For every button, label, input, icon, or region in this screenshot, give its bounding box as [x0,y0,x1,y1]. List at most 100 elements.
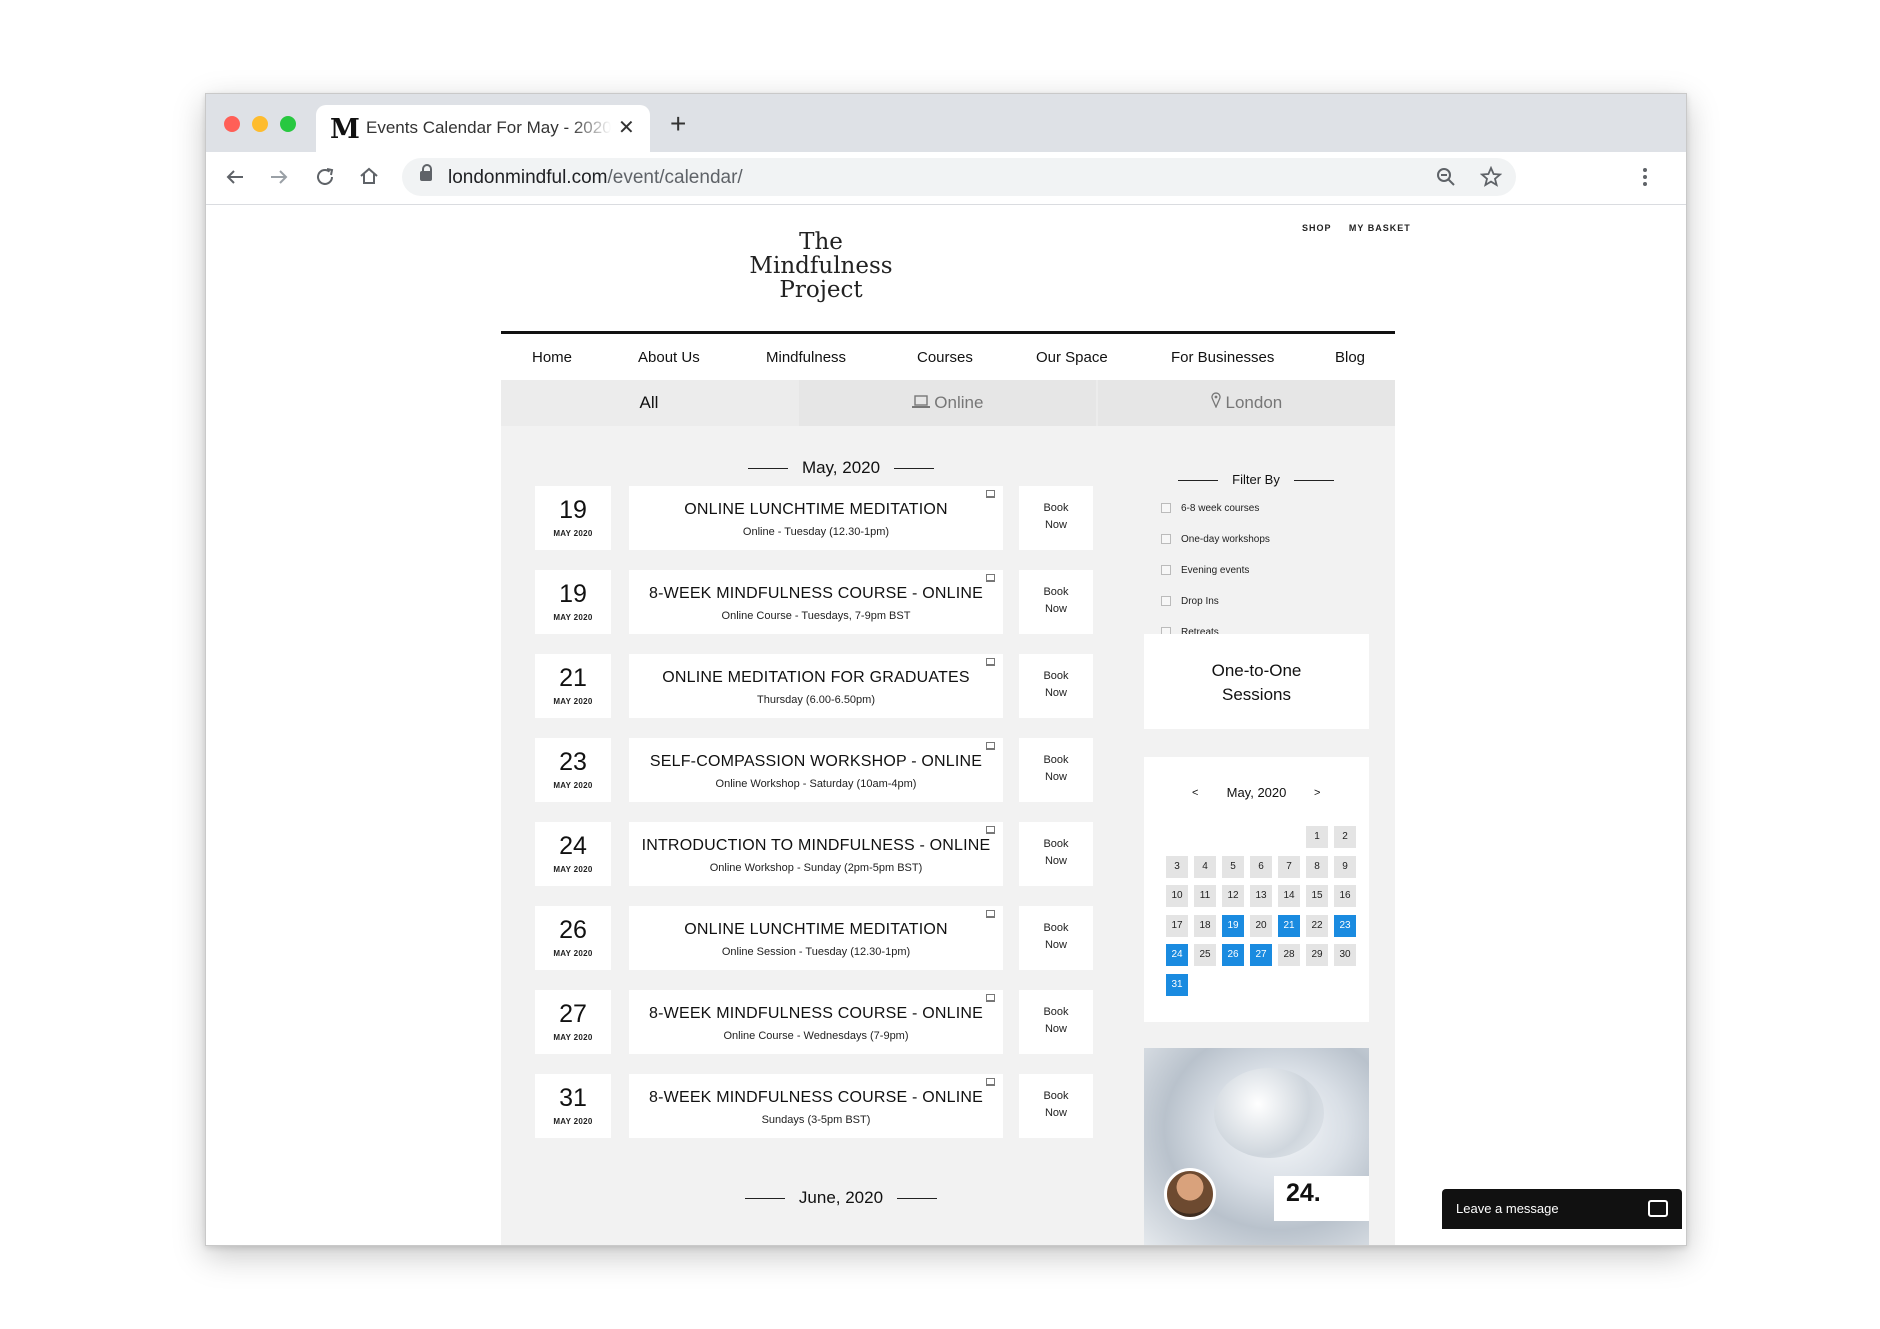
event-card[interactable]: INTRODUCTION TO MINDFULNESS - ONLINE Onli… [629,822,1003,886]
bookmark-star-icon[interactable] [1480,166,1502,188]
event-card[interactable]: ONLINE LUNCHTIME MEDITATION Online Sessio… [629,906,1003,970]
calendar-day: 28 [1278,944,1300,966]
address-bar[interactable]: londonmindful.com/event/calendar/ [402,158,1516,196]
my-basket-link[interactable]: MY BASKET [1349,223,1411,233]
event-day: 24 [559,832,587,860]
maximize-window-button[interactable] [280,116,296,132]
book-now-button[interactable]: Book Now [1019,990,1093,1054]
book-now-button[interactable]: Book Now [1019,906,1093,970]
event-card[interactable]: ONLINE MEDITATION FOR GRADUATES Thursday … [629,654,1003,718]
event-date: 31 MAY 2020 [535,1074,611,1138]
book-now-button[interactable]: Book Now [1019,822,1093,886]
calendar-next-button[interactable]: > [1314,787,1320,799]
promo-image[interactable]: 24. [1144,1048,1369,1245]
event-date: 27 MAY 2020 [535,990,611,1054]
calendar-day: 16 [1334,885,1356,907]
tab-online[interactable]: Online [799,380,1096,426]
nav-courses[interactable]: Courses [917,349,973,366]
browser-tab[interactable]: M Events Calendar For May - 2020 ✕ [316,105,650,152]
mini-calendar: < May, 2020 > 1 2 3 4 5 6 7 8 9 10 11 12 13 14 15 16 17 1… [1144,757,1369,1022]
event-day: 31 [559,1084,587,1112]
online-event-icon [986,490,995,498]
event-card[interactable]: 8-WEEK MINDFULNESS COURSE - ONLINE Online… [629,990,1003,1054]
event-month: MAY 2020 [553,949,593,958]
nav-mindfulness[interactable]: Mindfulness [766,349,846,366]
event-title: 8-WEEK MINDFULNESS COURSE - ONLINE [649,1089,983,1106]
calendar-day: 7 [1278,855,1300,878]
shop-link[interactable]: SHOP [1302,223,1331,233]
nav-home[interactable]: Home [532,349,572,366]
book-now-button[interactable]: Book Now [1019,1074,1093,1138]
minimize-window-button[interactable] [252,116,268,132]
calendar-day: 22 [1306,914,1328,937]
tab-london[interactable]: London [1098,380,1395,426]
filter-option[interactable]: Drop Ins [1161,596,1219,607]
filter-option[interactable]: One-day workshops [1161,534,1270,545]
event-subtitle: Online Workshop - Saturday (10am-4pm) [715,778,917,790]
chat-widget[interactable]: Leave a message [1442,1189,1682,1229]
event-card[interactable]: SELF-COMPASSION WORKSHOP - ONLINE Online … [629,738,1003,802]
url-text[interactable]: londonmindful.com/event/calendar/ [448,167,743,189]
nav-our-space[interactable]: Our Space [1036,349,1108,366]
web-page: SHOP MY BASKET The Mindfulness Project H… [206,205,1686,1245]
nav-for-businesses[interactable]: For Businesses [1171,349,1274,366]
calendar-day: 11 [1194,885,1216,907]
calendar-day: 9 [1334,855,1356,878]
calendar-day-event[interactable]: 31 [1166,973,1188,996]
calendar-day: 6 [1250,855,1272,878]
lock-icon [420,164,432,181]
event-day: 27 [559,1000,587,1028]
back-icon[interactable] [224,166,246,188]
laptop-icon [911,395,930,408]
book-now-button[interactable]: Book Now [1019,486,1093,550]
event-title: ONLINE LUNCHTIME MEDITATION [684,921,948,938]
calendar-day-event[interactable]: 23 [1334,914,1356,937]
calendar-day-event[interactable]: 26 [1222,944,1244,966]
calendar-day: 10 [1166,885,1188,907]
event-card[interactable]: 8-WEEK MINDFULNESS COURSE - ONLINE Online… [629,570,1003,634]
main-nav: Home About Us Mindfulness Courses Our Sp… [501,334,1395,380]
calendar-day-event[interactable]: 27 [1250,944,1272,966]
filter-checkbox[interactable] [1161,534,1171,545]
nav-about-us[interactable]: About Us [638,349,700,366]
tab-close-icon[interactable]: ✕ [618,115,635,140]
book-now-button[interactable]: Book Now [1019,738,1093,802]
event-card[interactable]: 8-WEEK MINDFULNESS COURSE - ONLINE Sunday… [629,1074,1003,1138]
zoom-icon[interactable] [1436,167,1456,187]
event-date: 19 MAY 2020 [535,486,611,550]
calendar-day-event[interactable]: 24 [1166,944,1188,966]
filter-checkbox[interactable] [1161,596,1171,607]
online-event-icon [986,742,995,750]
online-event-icon [986,826,995,834]
tab-bar: M Events Calendar For May - 2020 ✕ + [206,94,1686,152]
book-now-button[interactable]: Book Now [1019,570,1093,634]
calendar-day: 20 [1250,914,1272,937]
calendar-day: 25 [1194,944,1216,966]
calendar-day: 4 [1194,855,1216,878]
one-to-one-sessions-box[interactable]: One-to-One Sessions [1144,634,1369,729]
reload-icon[interactable] [314,166,336,188]
event-month: MAY 2020 [553,1117,593,1126]
filter-checkbox[interactable] [1161,503,1171,514]
filter-option-label: Evening events [1181,565,1250,576]
book-now-button[interactable]: Book Now [1019,654,1093,718]
new-tab-button[interactable]: + [670,108,686,140]
event-title: ONLINE LUNCHTIME MEDITATION [684,501,948,518]
nav-blog[interactable]: Blog [1335,349,1365,366]
event-card[interactable]: ONLINE LUNCHTIME MEDITATION Online - Tues… [629,486,1003,550]
tab-all[interactable]: All [501,380,797,426]
site-logo[interactable]: The Mindfulness Project [736,230,906,302]
filter-option[interactable]: 6-8 week courses [1161,503,1259,514]
filter-checkbox[interactable] [1161,565,1171,576]
filter-option[interactable]: Evening events [1161,565,1249,576]
event-subtitle: Online Workshop - Sunday (2pm-5pm BST) [709,862,923,874]
forward-icon[interactable] [268,166,290,188]
online-event-icon [986,994,995,1002]
close-window-button[interactable] [224,116,240,132]
calendar-day: 14 [1278,885,1300,907]
event-month: MAY 2020 [553,613,593,622]
calendar-day-event[interactable]: 21 [1278,914,1300,937]
calendar-day-event[interactable]: 19 [1222,914,1244,937]
browser-menu-icon[interactable] [1642,166,1648,188]
home-icon[interactable] [358,165,380,187]
